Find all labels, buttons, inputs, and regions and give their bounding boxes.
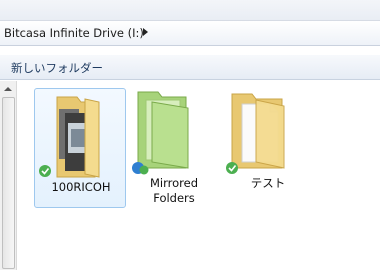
window-top-strip <box>0 0 380 20</box>
folder-label-line1: Mirrored <box>149 176 198 190</box>
vertical-scrollbar[interactable] <box>0 81 17 270</box>
scrollbar-thumb[interactable] <box>2 97 15 269</box>
folder-mirrored-icon <box>132 91 189 175</box>
folder-item-mirrored-folders[interactable]: Mirrored Folders <box>128 88 220 208</box>
folder-item-test[interactable]: テスト <box>222 88 314 208</box>
breadcrumb-chevron-icon[interactable] <box>143 28 148 36</box>
folder-label: 100RICOH <box>51 180 111 194</box>
folder-label: テスト <box>250 176 286 190</box>
folder-item-100ricoh[interactable]: 100RICOH <box>34 88 126 208</box>
address-bar[interactable]: Bitcasa Infinite Drive (I:) <box>0 20 380 46</box>
scroll-up-arrow-icon[interactable] <box>4 87 12 91</box>
folder-document-icon <box>226 93 285 174</box>
breadcrumb-drive[interactable]: Bitcasa Infinite Drive (I:) <box>4 26 144 40</box>
folder-label-line2: Folders <box>153 191 195 205</box>
folder-photo-icon <box>39 96 100 178</box>
command-toolbar: 新しいフォルダー <box>0 55 380 80</box>
new-folder-button[interactable]: 新しいフォルダー <box>11 60 103 76</box>
